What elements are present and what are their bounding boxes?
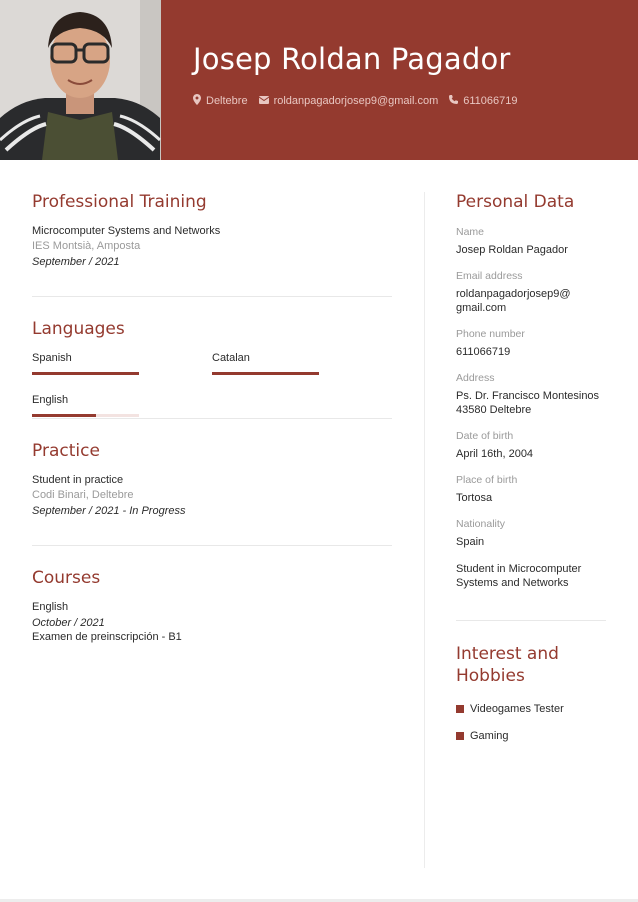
training-date: September / 2021 [32, 256, 120, 268]
languages-section: Languages Spanish Catalan English [32, 319, 392, 418]
language-item: Catalan [212, 352, 319, 375]
language-level-bar [212, 372, 319, 375]
pd-email: Email address roldanpagadorjosep9@ gmail… [456, 270, 571, 314]
training-degree: Microcomputer Systems and Networks [32, 225, 221, 237]
languages-title: Languages [32, 319, 125, 339]
section-divider [32, 545, 392, 546]
languages-list: Spanish Catalan English [32, 352, 392, 418]
course-detail: Examen de preinscripción - B1 [32, 631, 182, 643]
section-divider [32, 418, 392, 419]
practice-company: Codi Binari, Deltebre [32, 489, 134, 501]
column-divider [424, 192, 425, 868]
practice-title: Practice [32, 441, 100, 461]
language-item: Spanish [32, 352, 139, 375]
language-level-bar [32, 372, 139, 375]
pd-address: Address Ps. Dr. Francisco Montesinos 435… [456, 372, 600, 416]
hobbies-list: Videogames Tester Gaming [456, 702, 606, 743]
hobby-item: Gaming [456, 729, 606, 743]
square-bullet-icon [456, 732, 464, 740]
courses-section: Courses English October / 2021 Examen de… [32, 568, 392, 643]
contact-email[interactable]: roldanpagadorjosep9@gmail.com [258, 95, 438, 107]
course-date: October / 2021 [32, 617, 105, 629]
courses-title: Courses [32, 568, 101, 588]
map-pin-icon [193, 94, 201, 108]
contact-line: Deltebre roldanpagadorjosep9@gmail.com 6… [193, 94, 528, 108]
training-title: Professional Training [32, 192, 207, 212]
candidate-name: Josep Roldan Pagador [193, 42, 511, 76]
pd-status: Student in Microcomputer Systems and Net… [456, 563, 582, 589]
hobbies-title: Interest and Hobbies [456, 644, 559, 686]
hobby-item: Videogames Tester [456, 702, 606, 716]
contact-phone[interactable]: 611066719 [449, 95, 517, 107]
sidebar-column: Personal Data Name Josep Roldan Pagador … [456, 192, 606, 743]
pd-phone: Phone number 611066719 [456, 328, 525, 358]
envelope-icon [258, 95, 269, 107]
personal-data-title: Personal Data [456, 192, 575, 212]
header-banner: Josep Roldan Pagador Deltebre roldanpaga… [0, 0, 638, 160]
practice-role: Student in practice [32, 474, 124, 486]
section-divider [456, 620, 606, 621]
training-section: Professional Training Microcomputer Syst… [32, 192, 392, 268]
language-item: English [32, 394, 139, 417]
practice-date: September / 2021 - In Progress [32, 505, 186, 517]
personal-data-list: Name Josep Roldan Pagador Email address … [456, 226, 606, 590]
training-school: IES Montsià, Amposta [32, 240, 141, 252]
phone-icon [449, 95, 459, 107]
pd-name: Name Josep Roldan Pagador [456, 226, 568, 256]
main-column: Professional Training Microcomputer Syst… [32, 192, 392, 643]
section-divider [32, 296, 392, 297]
course-name: English [32, 601, 69, 613]
contact-location: Deltebre [193, 94, 248, 108]
pd-nationality: Nationality Spain [456, 518, 506, 548]
pd-place-of-birth: Place of birth Tortosa [456, 474, 518, 504]
pd-date-of-birth: Date of birth April 16th, 2004 [456, 430, 534, 460]
language-level-bar [32, 414, 139, 417]
practice-section: Practice Student in practice Codi Binari… [32, 441, 392, 517]
square-bullet-icon [456, 705, 464, 713]
profile-photo [0, 0, 161, 160]
